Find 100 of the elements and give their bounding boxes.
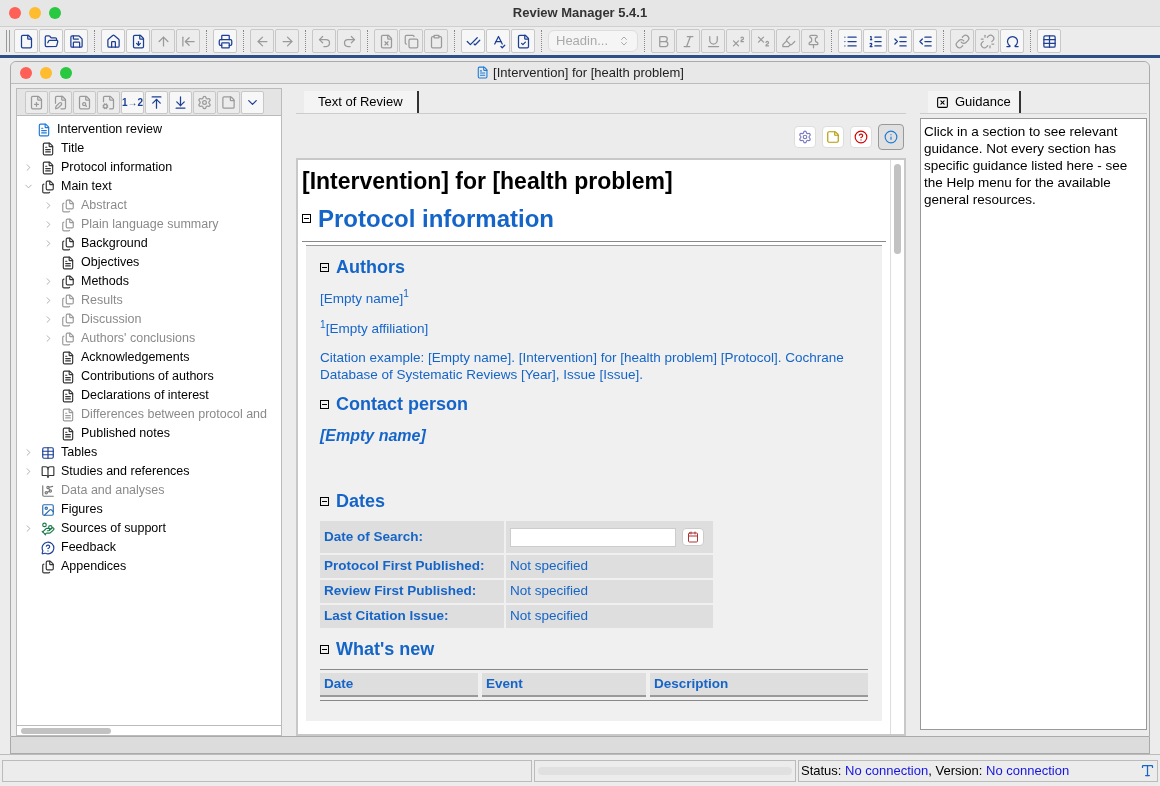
save-icon bbox=[68, 33, 84, 49]
tab[interactable]: Guidance bbox=[928, 91, 1021, 113]
toolbar-button[interactable] bbox=[39, 29, 63, 53]
folder-icon bbox=[43, 33, 59, 49]
collapse-icon[interactable] bbox=[320, 645, 329, 654]
tree-item[interactable]: Main text bbox=[61, 177, 112, 196]
pages-icon bbox=[61, 198, 75, 213]
tree-item[interactable]: Tables bbox=[61, 443, 98, 462]
page-icon bbox=[61, 407, 75, 422]
author-name[interactable]: [Empty name]$^{1}$ bbox=[320, 288, 868, 309]
tree-item[interactable]: Acknowledgements bbox=[81, 348, 190, 367]
pages-icon bbox=[41, 559, 55, 574]
chart-icon bbox=[41, 483, 55, 498]
toolbar-button[interactable] bbox=[511, 29, 535, 53]
toolbar-button[interactable] bbox=[838, 29, 862, 53]
tree-item[interactable]: Contributions of authors bbox=[81, 367, 214, 386]
section-heading: Dates bbox=[336, 490, 386, 513]
tree-item[interactable]: Methods bbox=[81, 272, 129, 291]
toolbar-button[interactable] bbox=[863, 29, 887, 53]
pages-icon bbox=[61, 274, 75, 289]
tree-item[interactable]: Objectives bbox=[81, 253, 140, 272]
scrollbar-thumb[interactable] bbox=[894, 164, 901, 254]
pages-icon bbox=[41, 179, 55, 194]
close-button[interactable] bbox=[9, 7, 21, 19]
tree-item[interactable]: Figures bbox=[61, 500, 103, 519]
calendar-button[interactable] bbox=[682, 528, 704, 546]
tree-item[interactable]: Declarations of interest bbox=[81, 386, 209, 405]
help-icon bbox=[854, 130, 868, 144]
tree-item[interactable]: Appendices bbox=[61, 557, 127, 576]
omega-icon bbox=[1004, 33, 1020, 49]
minimize-button[interactable] bbox=[29, 7, 41, 19]
tab[interactable]: Text of Review bbox=[304, 91, 419, 113]
collapse-icon[interactable] bbox=[320, 262, 329, 272]
note-icon bbox=[826, 130, 840, 144]
contact-name[interactable]: [Empty name] bbox=[320, 424, 868, 448]
file-plus-icon bbox=[29, 94, 44, 110]
date-value: Not specified bbox=[510, 582, 589, 601]
toolbar-button[interactable] bbox=[888, 29, 912, 53]
pin-icon bbox=[805, 33, 821, 49]
tree-item[interactable]: Protocol information bbox=[61, 158, 173, 177]
page-icon bbox=[41, 160, 55, 175]
page-icon bbox=[61, 369, 75, 384]
toolbar-button[interactable] bbox=[486, 29, 510, 53]
toolbar-button[interactable] bbox=[101, 29, 125, 53]
toolbar-button[interactable] bbox=[1037, 29, 1061, 53]
minimize-button[interactable] bbox=[40, 66, 52, 79]
review-title: [Intervention] for [health problem] bbox=[302, 167, 674, 196]
italic-icon bbox=[680, 33, 696, 49]
date-field[interactable] bbox=[510, 527, 676, 547]
clipboard-icon bbox=[428, 33, 444, 49]
toolbar-button[interactable] bbox=[1000, 29, 1024, 53]
author-affiliation[interactable]: $^{1}$[Empty affiliation] bbox=[320, 318, 868, 339]
toolbar-button[interactable] bbox=[461, 29, 485, 53]
pages-icon bbox=[61, 293, 75, 308]
page-icon bbox=[61, 350, 75, 365]
column-header: Date bbox=[320, 673, 478, 697]
table-icon bbox=[1041, 33, 1057, 49]
numbered-list-icon bbox=[867, 33, 883, 49]
toolbar-button[interactable] bbox=[64, 29, 88, 53]
date-value: Not specified bbox=[510, 607, 589, 626]
tree-item[interactable]: Studies and references bbox=[61, 462, 190, 481]
stepper-icon bbox=[618, 35, 630, 47]
page-icon bbox=[41, 141, 55, 156]
toolbar-button[interactable] bbox=[213, 29, 237, 53]
collapse-icon[interactable] bbox=[320, 497, 329, 506]
toolbar-button[interactable] bbox=[169, 90, 192, 114]
bullet-list-icon bbox=[842, 33, 858, 49]
link-icon bbox=[954, 33, 970, 49]
pages-icon bbox=[61, 236, 75, 251]
subscript-icon bbox=[755, 33, 771, 49]
view-button[interactable] bbox=[878, 124, 904, 150]
pages-icon bbox=[61, 217, 75, 232]
close-icon[interactable] bbox=[936, 95, 949, 109]
tree-item[interactable]: Background bbox=[81, 234, 148, 253]
collapse-icon[interactable] bbox=[320, 400, 329, 409]
new-file-icon bbox=[18, 33, 34, 49]
pages-icon bbox=[61, 312, 75, 327]
tree-item[interactable]: Title bbox=[61, 139, 85, 158]
toolbar-button[interactable] bbox=[913, 29, 937, 53]
status-text: Status: No connection, Version: No connection bbox=[801, 761, 1070, 780]
tree-item[interactable]: Feedback bbox=[61, 538, 116, 557]
collapse-icon[interactable] bbox=[302, 214, 311, 223]
tree-item[interactable]: Published notes bbox=[81, 424, 170, 443]
window-title: Review Manager 5.4.1 bbox=[512, 4, 648, 23]
tree-item[interactable]: Intervention review bbox=[57, 120, 162, 139]
zoom-button[interactable] bbox=[49, 7, 61, 19]
toolbar-button[interactable] bbox=[145, 90, 168, 114]
toolbar-button[interactable] bbox=[14, 29, 38, 53]
close-button[interactable] bbox=[20, 66, 32, 79]
document-title: [Intervention] for [health problem] bbox=[493, 63, 684, 82]
review-icon bbox=[37, 122, 51, 137]
tree-item[interactable]: Sources of support bbox=[61, 519, 166, 538]
toolbar-button[interactable] bbox=[126, 29, 150, 53]
scrollbar-thumb[interactable] bbox=[21, 727, 111, 734]
citation-text: Citation example: [Empty name]. [Intervention] for [health problem] [Protocol]. Cochrane Database of Systematic Reviews [Year], Issue [Issue]. bbox=[320, 349, 845, 383]
unlink-icon bbox=[979, 33, 995, 49]
copy-icon bbox=[403, 33, 419, 49]
zoom-button[interactable] bbox=[60, 66, 72, 79]
toolbar-button[interactable]: 1→2 bbox=[121, 90, 144, 114]
move-down-icon bbox=[173, 94, 188, 110]
